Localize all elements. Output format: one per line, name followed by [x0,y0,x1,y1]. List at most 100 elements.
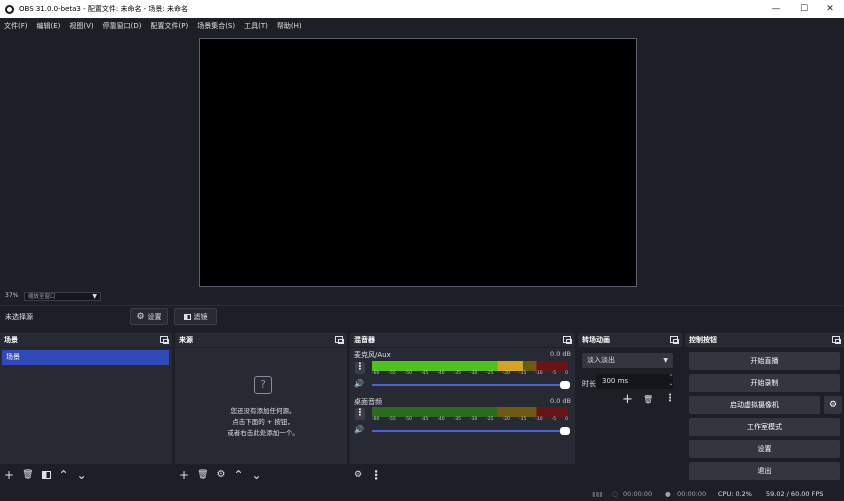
close-button[interactable]: ✕ [816,0,844,18]
fps-readout: 59.02 / 60.00 FPS [766,490,824,498]
mixer-dock-title: 混音器 [354,336,375,344]
settings-button[interactable]: 设置 [689,440,840,458]
kebab-menu-icon[interactable]: ⋮ [370,469,382,481]
menu-scene-collection[interactable]: 场景集合(S) [197,21,235,31]
sources-toolbar: + 🗑 ⚙ ⌃ ⌄ [175,464,347,486]
network-signal-icon: ▮▮▮ [592,490,603,498]
duration-value: 300 ms [602,377,629,385]
sources-dock-title: 来源 [179,336,193,344]
duration-input[interactable]: 300 ms ⌃ ⌄ [596,374,673,389]
scenes-dock-title: 场景 [4,336,18,344]
transitions-dock-header: 转场动画 [578,333,682,347]
sources-dock-header: 来源 [175,333,347,347]
gear-icon: ⚙ [136,311,145,322]
start-streaming-button[interactable]: 开始直播 [689,352,840,370]
empty-sources-hint-1: 您还没有添加任何源。 [230,407,296,415]
source-filters-button[interactable]: 滤镜 [174,308,217,325]
menu-docks[interactable]: 停靠窗口(D) [103,21,142,31]
trash-icon[interactable]: 🗑 [643,395,653,404]
kebab-menu-icon[interactable]: ⋮ [355,408,365,420]
transition-select[interactable]: 淡入淡出 ▼ [582,353,673,368]
chevron-down-icon[interactable]: ⌄ [77,469,87,481]
advanced-audio-icon[interactable]: ⚙ [354,469,362,481]
chevron-up-icon[interactable]: ⌃ [59,469,69,481]
volume-slider[interactable] [372,427,570,435]
spin-down-icon[interactable]: ⌄ [667,381,675,388]
menu-tools[interactable]: 工具(T) [244,21,268,31]
maximize-button[interactable]: ☐ [790,0,818,18]
volume-slider-handle[interactable] [560,427,570,435]
kebab-menu-icon[interactable]: ⋮ [665,393,675,404]
mixer-channel-db: 0.0 dB [550,397,571,405]
menu-bar: 文件(F) 编辑(E) 视图(V) 停靠窗口(D) 配置文件(P) 场景集合(S… [0,18,844,33]
menu-help[interactable]: 帮助(H) [277,21,302,31]
no-source-selected-label: 未选择源 [5,313,33,321]
source-filters-label: 滤镜 [193,312,208,321]
record-status-icon: ● [665,490,671,498]
duration-label: 时长 [582,380,596,388]
source-toolbar [0,305,844,328]
gear-icon[interactable]: ⚙ [217,469,226,481]
scene-list[interactable]: 场景 [0,348,172,464]
menu-view[interactable]: 视图(V) [69,21,93,31]
controls-dock-title: 控制按钮 [689,336,717,344]
speaker-icon[interactable]: 🔊 [354,379,364,388]
question-mark-icon: ? [254,376,272,394]
status-bar: ▮▮▮ ◌ 00:00:00 ● 00:00:00 CPU: 0.2% 59.0… [0,486,844,501]
minimize-button[interactable]: — [762,0,790,18]
undock-icon[interactable] [670,336,679,344]
scenes-dock-header: 场景 [0,333,172,347]
add-icon[interactable]: + [179,469,189,481]
zoom-row [0,291,844,303]
source-list[interactable]: ? 您还没有添加任何源。 点击下面的 + 按钮， 或者右击此处添加一个。 [175,348,347,464]
mixer-dock-header: 混音器 [350,333,575,347]
undock-icon[interactable] [335,336,344,344]
empty-sources-hint-2: 点击下面的 + 按钮， [232,418,294,426]
zoom-mode-select[interactable]: 缩放至窗口 ▼ [24,292,101,301]
stream-time: 00:00:00 [623,490,653,498]
menu-profile[interactable]: 配置文件(P) [151,21,189,31]
controls-dock: 控制按钮 开始直播 开始录制 启动虚拟摄像机 ⚙ 工作室模式 设置 退出 [685,333,844,486]
audio-mixer-dock: 混音器 麦克风/Aux 0.0 dB ⋮ -60 -55 -50 -45 -40 -35-… [350,333,575,486]
add-transition-icon[interactable]: + [622,392,633,407]
meter-ticks: -60 -55 -50 -45 -40 -35 -30 -25 -20 -15 -10 -5 0 [372,417,568,422]
kebab-menu-icon[interactable]: ⋮ [355,362,365,374]
trash-icon[interactable]: 🗑 [22,469,33,481]
zoom-percentage: 37% [5,292,19,299]
transitions-dock: 转场动画 淡入淡出 ▼ 时长 300 ms ⌃ ⌄ + 🗑 ⋮ [578,333,682,486]
chevron-down-icon[interactable]: ⌄ [252,469,262,481]
undock-icon[interactable] [832,336,841,344]
start-virtual-camera-button[interactable]: 启动虚拟摄像机 [689,396,820,414]
cpu-usage: CPU: 0.2% [718,490,752,498]
volume-slider[interactable] [372,381,570,389]
add-icon[interactable]: + [4,469,14,481]
transitions-body: 淡入淡出 ▼ 时长 300 ms ⌃ ⌄ + 🗑 ⋮ [578,348,682,486]
source-properties-button[interactable]: ⚙ 设置 [130,308,168,325]
undock-icon[interactable] [160,336,169,344]
preview-canvas[interactable] [199,38,637,287]
scene-list-item[interactable]: 场景 [2,350,169,365]
menu-edit[interactable]: 编辑(E) [37,21,61,31]
chevron-down-icon: ▼ [92,293,97,300]
record-time: 00:00:00 [677,490,707,498]
mixer-channel-name: 桌面音频 [354,398,382,406]
studio-mode-button[interactable]: 工作室模式 [689,418,840,436]
speaker-icon[interactable]: 🔊 [354,425,364,434]
volume-slider-handle[interactable] [560,381,570,389]
mixer-channel-name: 麦克风/Aux [354,351,391,359]
controls-body: 开始直播 开始录制 启动虚拟摄像机 ⚙ 工作室模式 设置 退出 [685,348,844,486]
spin-up-icon[interactable]: ⌃ [667,374,675,381]
undock-icon[interactable] [563,336,572,344]
menu-file[interactable]: 文件(F) [4,21,28,31]
stream-status-icon: ◌ [612,490,618,498]
scenes-toolbar: + 🗑 ⌃ ⌄ [0,464,172,486]
trash-icon[interactable]: 🗑 [197,469,208,481]
transition-select-value: 淡入淡出 [587,356,615,364]
start-recording-button[interactable]: 开始录制 [689,374,840,392]
chevron-up-icon[interactable]: ⌃ [233,469,243,481]
obs-logo-icon [5,4,14,14]
filter-icon[interactable] [41,471,51,479]
exit-button[interactable]: 退出 [689,462,840,480]
duration-spinner[interactable]: ⌃ ⌄ [667,374,675,389]
virtual-camera-settings-gear-icon[interactable]: ⚙ [824,396,842,414]
